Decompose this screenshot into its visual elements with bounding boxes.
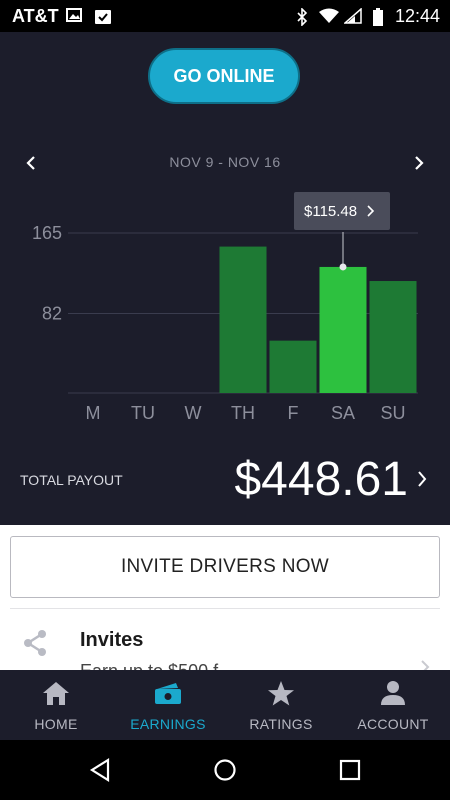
recents-square-icon <box>339 759 361 781</box>
clipboard-check-icon <box>95 10 111 24</box>
gallery-icon <box>66 8 82 22</box>
content-section: INVITE DRIVERS NOW Invites Earn up to $5… <box>0 525 450 670</box>
chevron-right-icon <box>421 660 430 670</box>
nav-home-label: HOME <box>34 716 78 732</box>
earnings-icon <box>155 683 181 704</box>
earnings-panel: GO ONLINE NOV 9 - NOV 16 82 165 M TU W TH F SA S… <box>0 32 450 525</box>
battery-icon <box>373 8 383 26</box>
x-tick-label: TH <box>231 403 255 422</box>
next-week-button[interactable] <box>406 150 432 176</box>
x-tick-label: SA <box>331 403 355 422</box>
divider <box>10 608 440 609</box>
nav-earnings-label: EARNINGS <box>130 716 206 732</box>
chevron-right-icon <box>415 156 424 170</box>
tooltip-value: $115.48 <box>304 203 357 220</box>
bar-sa[interactable] <box>319 266 367 393</box>
x-tick-label: SU <box>380 403 405 422</box>
carrier-label: AT&T <box>12 6 59 26</box>
share-icon <box>24 630 46 656</box>
nav-home[interactable]: HOME <box>0 670 112 740</box>
bar-su[interactable] <box>369 281 417 393</box>
invites-title[interactable]: Invites <box>80 629 143 652</box>
nav-account-label: ACCOUNT <box>357 716 429 732</box>
total-payout-label: TOTAL PAYOUT <box>20 472 123 488</box>
invite-drivers-button[interactable]: INVITE DRIVERS NOW <box>10 536 440 598</box>
system-nav-bar <box>0 740 450 800</box>
x-tick-label: F <box>288 403 299 422</box>
back-button[interactable] <box>85 757 115 783</box>
total-payout-value: $448.61 <box>234 453 408 506</box>
nav-account[interactable]: ACCOUNT <box>337 670 449 740</box>
x-tick-label: TU <box>131 403 155 422</box>
nav-earnings[interactable]: EARNINGS <box>112 670 224 740</box>
home-system-button[interactable] <box>210 757 240 783</box>
x-tick-label: W <box>185 403 202 422</box>
tooltip-dot <box>339 263 347 271</box>
back-triangle-icon <box>89 758 110 782</box>
bottom-nav: HOME EARNINGS RATINGS ACCOUNT <box>0 670 450 740</box>
bar-f[interactable] <box>269 340 317 393</box>
y-tick-label: 165 <box>32 223 62 243</box>
signal-icon <box>344 8 362 24</box>
week-range-label: NOV 9 - NOV 16 <box>169 154 281 170</box>
y-tick-label: 82 <box>42 303 62 323</box>
chevron-right-icon <box>418 471 427 487</box>
star-icon <box>268 681 294 706</box>
wifi-icon <box>319 8 339 23</box>
status-bar: AT&T 12:44 <box>0 0 450 32</box>
clock: 12:44 <box>394 6 440 26</box>
bluetooth-icon <box>297 8 308 26</box>
home-icon <box>43 682 69 705</box>
person-icon <box>381 681 405 705</box>
invites-subtitle: Earn up to $500 f... <box>80 661 233 670</box>
earnings-bar-chart: 82 165 M TU W TH F SA SU $115.48 <box>32 192 418 422</box>
nav-ratings[interactable]: RATINGS <box>225 670 337 740</box>
nav-ratings-label: RATINGS <box>249 716 313 732</box>
home-circle-icon <box>214 759 236 781</box>
x-tick-label: M <box>86 403 101 422</box>
bar-th[interactable] <box>219 246 267 393</box>
total-payout-row[interactable]: TOTAL PAYOUT $448.61 <box>0 448 450 508</box>
go-online-button[interactable]: GO ONLINE <box>148 48 300 104</box>
recents-button[interactable] <box>335 757 365 783</box>
